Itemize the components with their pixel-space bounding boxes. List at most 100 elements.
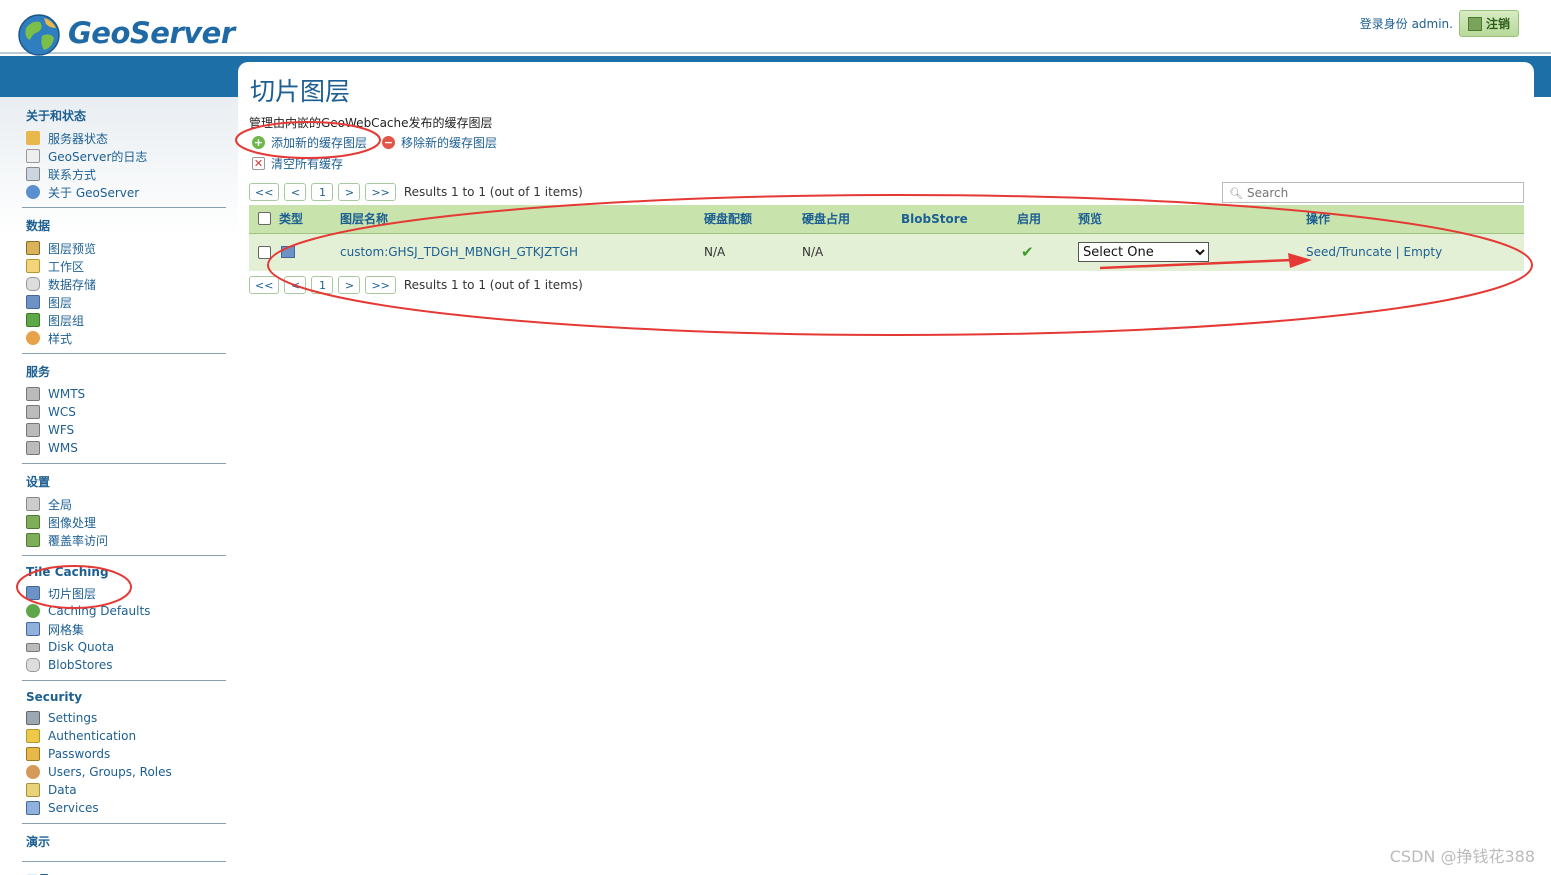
sidebar-item-label: Services <box>48 801 99 815</box>
sidebar-item-label: 网格集 <box>48 622 85 637</box>
layer-group-icon <box>26 313 40 327</box>
sidebar-item-caching-defaults[interactable]: Caching Defaults <box>26 602 226 620</box>
watermark: CSDN @挣钱花388 <box>1389 847 1535 866</box>
pager-bottom: << < 1 > >> Results 1 to 1 (out of 1 ite… <box>249 276 583 294</box>
col-enabled[interactable]: 启用 <box>1017 205 1078 234</box>
col-type[interactable]: 类型 <box>279 205 340 234</box>
seed-truncate-link[interactable]: Seed/Truncate <box>1306 245 1392 259</box>
sidebar-item-layers[interactable]: 图层 <box>26 293 226 311</box>
sidebar-item-logs[interactable]: GeoServer的日志 <box>26 147 226 165</box>
sidebar-item-workspaces[interactable]: 工作区 <box>26 257 226 275</box>
col-quota[interactable]: 硬盘配额 <box>704 205 802 234</box>
checkmark-icon: ✔ <box>1021 243 1034 262</box>
sidebar-item-passwords[interactable]: Passwords <box>26 745 226 763</box>
store-icon <box>26 277 40 291</box>
sidebar-item-wms[interactable]: WMS <box>26 439 226 457</box>
sidebar-item-gridsets[interactable]: 网格集 <box>26 620 226 638</box>
sidebar-item-blobstores[interactable]: BlobStores <box>26 656 226 674</box>
sidebar-item-label: WFS <box>48 423 75 437</box>
pager-last-button[interactable]: >> <box>365 183 396 201</box>
sidebar-item-stores[interactable]: 数据存储 <box>26 275 226 293</box>
row-enabled-cell: ✔ <box>1017 233 1078 271</box>
sidebar-item-coverage-access[interactable]: 覆盖率访问 <box>26 531 226 549</box>
sidebar-item-tile-layers[interactable]: 切片图层 <box>26 584 226 602</box>
nav-title-demos[interactable]: 演示 <box>26 833 226 850</box>
sidebar-item-services-security[interactable]: Services <box>26 799 226 817</box>
disk-quota-icon <box>26 642 40 652</box>
sidebar-item-label: Passwords <box>48 747 111 761</box>
add-cached-layer-link[interactable]: + 添加新的缓存图层 <box>252 134 367 151</box>
pager-first-button[interactable]: << <box>249 276 280 294</box>
row-usage-cell: N/A <box>802 233 901 271</box>
geoserver-logo[interactable]: GeoServer <box>14 8 235 58</box>
pager-page-button[interactable]: 1 <box>311 276 334 294</box>
pager-results: Results 1 to 1 (out of 1 items) <box>403 185 583 199</box>
nav-title-tools[interactable]: 工具 <box>26 871 226 875</box>
select-all-checkbox[interactable] <box>258 212 271 226</box>
sidebar-item-label: 切片图层 <box>48 586 97 601</box>
preview-select[interactable]: Select One <box>1078 242 1209 263</box>
pager-next-button[interactable]: > <box>338 183 361 201</box>
wfs-icon <box>26 423 40 437</box>
sidebar-item-label: 图层 <box>48 295 73 310</box>
layer-name-link[interactable]: custom:GHSJ_TDGH_MBNGH_GTKJZTGH <box>340 245 578 259</box>
sidebar-item-about[interactable]: 关于 GeoServer <box>26 183 226 201</box>
search-box: 🔍︎ <box>1222 182 1524 203</box>
nav-title-about: 关于和状态 <box>26 109 87 123</box>
sidebar-item-wmts[interactable]: WMTS <box>26 385 226 403</box>
wcs-icon <box>26 405 40 419</box>
pager-prev-button[interactable]: < <box>284 183 307 201</box>
blobstores-icon <box>26 658 40 672</box>
nav-section-services: 服务 WMTS WCS WFS WMS <box>22 361 226 464</box>
sidebar-item-label: 样式 <box>48 331 73 346</box>
style-icon <box>26 331 40 345</box>
sidebar-item-label: Authentication <box>48 729 137 743</box>
sidebar-item-layer-groups[interactable]: 图层组 <box>26 311 226 329</box>
sidebar-item-global[interactable]: 全局 <box>26 495 226 513</box>
sidebar-item-label: 图层组 <box>48 313 85 328</box>
row-quota-cell: N/A <box>704 233 802 271</box>
sidebar-item-layer-preview[interactable]: 图层预览 <box>26 239 226 257</box>
sidebar-item-server-status[interactable]: 服务器状态 <box>26 129 226 147</box>
sidebar-item-authentication[interactable]: Authentication <box>26 727 226 745</box>
sidebar-item-disk-quota[interactable]: Disk Quota <box>26 638 226 656</box>
globe-logo-icon <box>18 14 60 56</box>
sidebar-item-label: Disk Quota <box>48 640 115 654</box>
pager-last-button[interactable]: >> <box>365 276 396 294</box>
sidebar-item-security-settings[interactable]: Settings <box>26 709 226 727</box>
clear-all-cache-label: 清空所有缓存 <box>271 157 344 171</box>
empty-link[interactable]: Empty <box>1404 245 1443 259</box>
pager-first-button[interactable]: << <box>249 183 280 201</box>
col-usage[interactable]: 硬盘占用 <box>802 205 901 234</box>
clear-all-cache-link[interactable]: ✕ 清空所有缓存 <box>252 155 343 172</box>
search-input[interactable] <box>1247 185 1507 200</box>
row-checkbox[interactable] <box>258 245 271 259</box>
sidebar-item-contact[interactable]: 联系方式 <box>26 165 226 183</box>
wms-icon <box>26 441 40 455</box>
sidebar-item-label: WMS <box>48 441 78 455</box>
col-name[interactable]: 图层名称 <box>340 205 704 234</box>
sidebar-item-label: 全局 <box>48 497 73 512</box>
header: GeoServer 登录身份 admin. 注销 <box>0 0 1551 56</box>
server-status-icon <box>26 131 40 145</box>
nav-section-data: 数据 图层预览 工作区 数据存储 图层 图层组 样式 <box>22 215 226 354</box>
sidebar-item-data-security[interactable]: Data <box>26 781 226 799</box>
sidebar-item-users[interactable]: Users, Groups, Roles <box>26 763 226 781</box>
logout-button[interactable]: 注销 <box>1458 10 1519 37</box>
remove-cached-layer-link[interactable]: − 移除新的缓存图层 <box>382 134 497 151</box>
sidebar-item-wcs[interactable]: WCS <box>26 403 226 421</box>
layer-icon <box>26 295 40 309</box>
pager-next-button[interactable]: > <box>338 276 361 294</box>
passwords-icon <box>26 747 40 761</box>
sidebar-item-wfs[interactable]: WFS <box>26 421 226 439</box>
sidebar-item-image-processing[interactable]: 图像处理 <box>26 513 226 531</box>
sidebar-item-styles[interactable]: 样式 <box>26 329 226 347</box>
sidebar-item-label: 工作区 <box>48 259 85 274</box>
workspace-icon <box>26 259 40 273</box>
pager-prev-button[interactable]: < <box>284 276 307 294</box>
about-icon <box>26 185 40 199</box>
log-icon <box>26 149 40 163</box>
layer-preview-icon <box>26 241 40 255</box>
pager-page-button[interactable]: 1 <box>311 183 334 201</box>
col-blobstore[interactable]: BlobStore <box>901 205 1017 234</box>
